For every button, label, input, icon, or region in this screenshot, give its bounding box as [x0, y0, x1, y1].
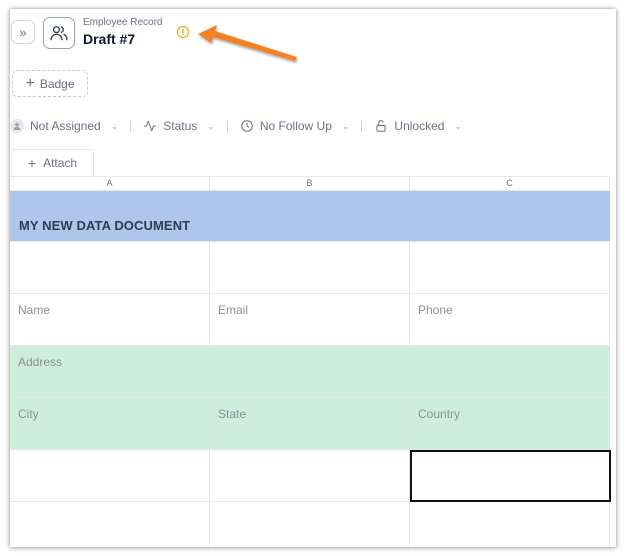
annotation-arrow-icon — [198, 25, 297, 61]
table-row: City State Country — [10, 398, 610, 450]
table-row — [10, 242, 610, 294]
record-type-label: Employee Record — [83, 17, 163, 28]
clock-icon — [241, 120, 253, 132]
attach-tab[interactable]: + Attach — [11, 149, 94, 176]
city-cell[interactable]: City — [10, 398, 210, 449]
record-meta-bar: Not Assigned ⌄ Status ⌄ No Follow Up ⌄ U… — [10, 115, 616, 137]
table-row — [10, 450, 611, 502]
address-cell[interactable]: Address — [10, 346, 610, 397]
double-chevron-right-icon: » — [19, 24, 27, 40]
record-title[interactable]: Draft #7 — [83, 31, 135, 47]
record-panel: » Employee Record Draft #7 + Badge Not A… — [10, 9, 616, 547]
assignee-label: Not Assigned — [30, 119, 101, 133]
follow-up-dropdown[interactable]: No Follow Up ⌄ — [240, 119, 350, 133]
chevron-down-icon: ⌄ — [454, 120, 462, 131]
grid-cell[interactable] — [410, 502, 610, 547]
expand-sidebar-button[interactable]: » — [11, 20, 35, 44]
sheet-title: MY NEW DATA DOCUMENT — [19, 218, 191, 233]
activity-icon — [143, 120, 157, 132]
record-avatar — [43, 17, 75, 49]
chevron-down-icon: ⌄ — [207, 120, 215, 131]
phone-cell[interactable]: Phone — [410, 294, 610, 345]
lock-label: Unlocked — [394, 119, 445, 133]
grid-cell[interactable] — [410, 242, 610, 293]
divider — [226, 120, 228, 132]
table-row — [10, 502, 610, 547]
plus-icon: + — [27, 155, 37, 171]
assignee-dropdown[interactable]: Not Assigned ⌄ — [10, 119, 118, 133]
name-cell[interactable]: Name — [10, 294, 210, 345]
column-header-row: A B C — [10, 176, 610, 191]
grid-cell[interactable] — [210, 242, 410, 293]
person-icon — [10, 119, 24, 133]
grid-cell[interactable] — [210, 502, 410, 547]
table-row: Name Email Phone — [10, 294, 610, 346]
grid-cell[interactable] — [210, 450, 410, 501]
status-label: Status — [163, 119, 198, 133]
table-row: Address — [10, 346, 610, 398]
chevron-down-icon: ⌄ — [110, 120, 119, 131]
grid-cell[interactable] — [410, 450, 610, 501]
chevron-down-icon: ⌄ — [341, 120, 350, 131]
status-dropdown[interactable]: Status ⌄ — [143, 119, 215, 133]
attach-label: Attach — [43, 156, 78, 170]
unlock-icon — [376, 120, 387, 132]
grid-cell[interactable] — [10, 242, 210, 293]
add-badge-button[interactable]: + Badge — [12, 70, 88, 97]
grid-cell[interactable] — [10, 502, 210, 547]
title-cell[interactable]: MY NEW DATA DOCUMENT — [10, 191, 610, 241]
column-header-c[interactable]: C — [410, 177, 610, 190]
follow-up-label: No Follow Up — [259, 119, 332, 133]
divider — [361, 120, 363, 132]
spreadsheet-grid: A B C MY NEW DATA DOCUMENT Name Email Ph… — [10, 176, 611, 547]
email-cell[interactable]: Email — [210, 294, 410, 345]
alert-circle-icon[interactable] — [176, 25, 190, 39]
state-cell[interactable]: State — [210, 398, 410, 449]
grid-cell[interactable] — [10, 450, 210, 501]
add-badge-label: Badge — [39, 76, 75, 91]
column-header-b[interactable]: B — [210, 177, 410, 190]
column-header-a[interactable]: A — [10, 177, 210, 190]
lock-dropdown[interactable]: Unlocked ⌄ — [374, 119, 462, 133]
sheet-title-row: MY NEW DATA DOCUMENT — [10, 191, 610, 242]
users-icon — [50, 26, 68, 41]
divider — [130, 120, 132, 132]
country-cell[interactable]: Country — [410, 398, 610, 449]
plus-icon: + — [25, 74, 35, 92]
